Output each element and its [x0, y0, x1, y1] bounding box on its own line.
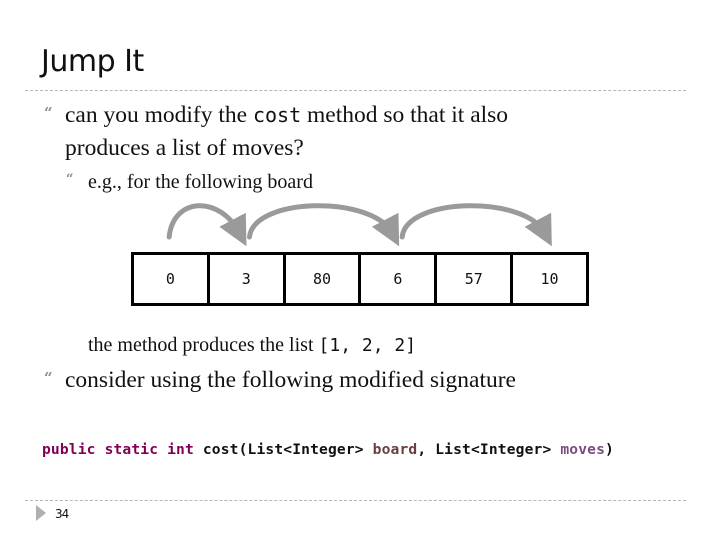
keyword-static: static: [104, 441, 159, 458]
board-cell: 57: [437, 255, 514, 303]
result-text: the method produces the list: [88, 334, 319, 356]
footer-triangle-icon: [36, 505, 46, 521]
jump-arrow: [399, 203, 552, 247]
result-line: the method produces the list [1, 2, 2]: [88, 331, 416, 360]
page-number: 34: [55, 507, 69, 521]
method-name: cost(List<Integer>: [202, 441, 364, 458]
board-cell: 10: [540, 270, 559, 288]
footer-divider: [25, 500, 686, 501]
board-cell: 3: [210, 255, 286, 303]
param-type-2: , List<Integer>: [417, 441, 552, 458]
jump-arrow: [166, 203, 247, 247]
bullet-icon-2: “: [44, 369, 53, 387]
keyword-public: public: [42, 441, 96, 458]
result-list-code: [1, 2, 2]: [318, 335, 417, 356]
board-cell: 80: [286, 255, 362, 303]
jump-arrow: [247, 203, 400, 247]
param-moves: moves: [560, 441, 606, 458]
param-board: board: [372, 441, 418, 458]
close-paren: ): [605, 441, 614, 458]
method-signature: public static int cost(List<Integer> boa…: [42, 441, 614, 458]
board: 0 3 80 6 57 10: [131, 252, 589, 306]
board-cell: 0: [134, 255, 210, 303]
bullet-2-text: consider using the following modified si…: [65, 367, 516, 393]
keyword-int: int: [167, 441, 194, 458]
board-cell: 6: [361, 255, 438, 303]
